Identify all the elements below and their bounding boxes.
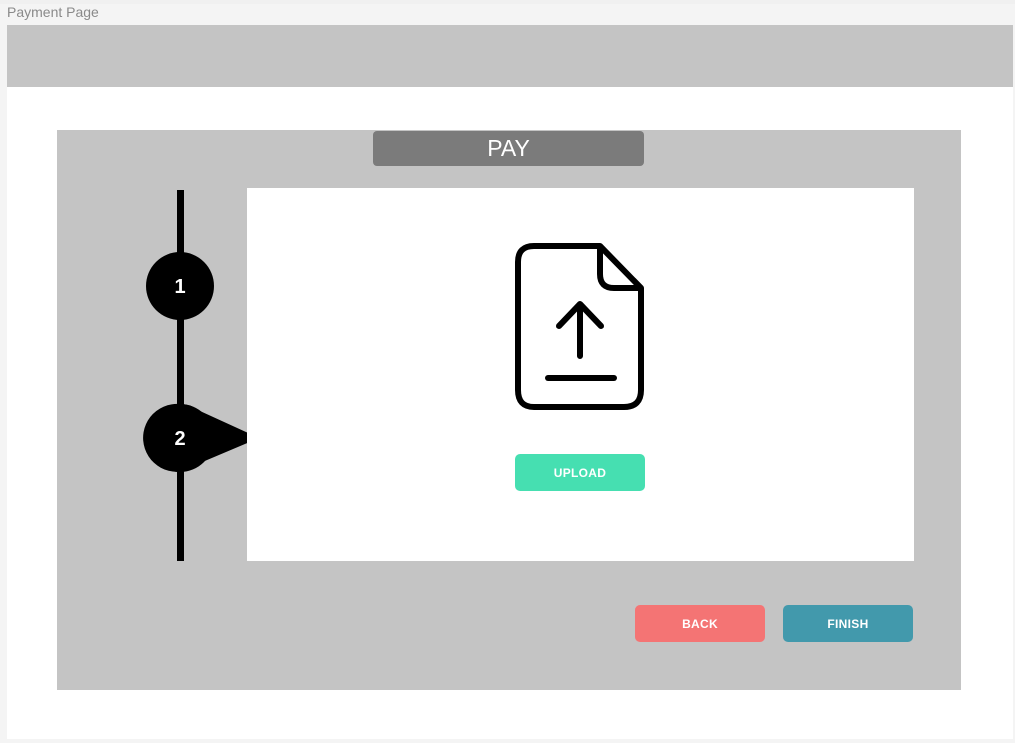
page-title: PAY <box>373 131 644 166</box>
step-1[interactable]: 1 <box>146 252 214 320</box>
file-upload-icon <box>515 243 644 410</box>
step-line <box>177 190 184 561</box>
header-bar <box>7 25 1013 87</box>
finish-button[interactable]: FINISH <box>783 605 913 642</box>
step-2-number: 2 <box>174 428 185 450</box>
step-1-number: 1 <box>174 276 185 298</box>
upload-arrow <box>556 301 604 359</box>
upload-button[interactable]: UPLOAD <box>515 454 645 491</box>
step-2[interactable]: 2 <box>143 403 259 472</box>
back-button[interactable]: BACK <box>635 605 765 642</box>
canvas-top-strip <box>0 0 1015 4</box>
page-label: Payment Page <box>7 4 99 20</box>
